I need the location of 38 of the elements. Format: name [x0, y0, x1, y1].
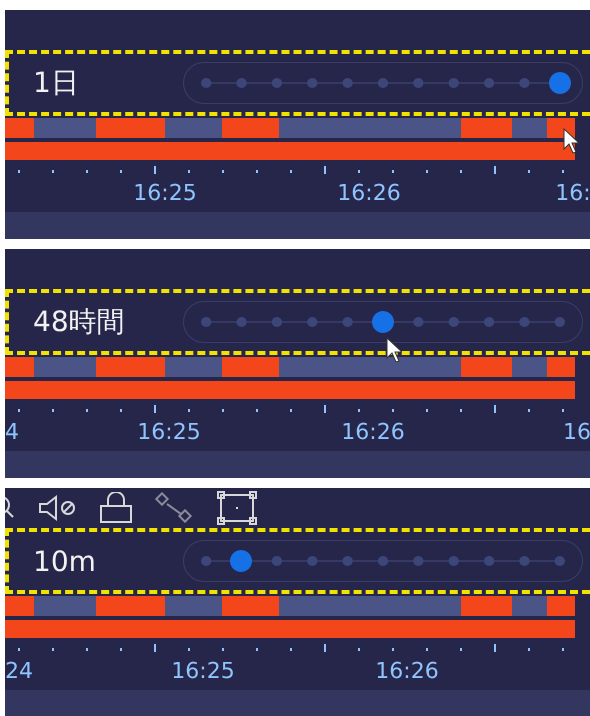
recording-segment [546, 118, 575, 138]
recording-segment [5, 357, 34, 377]
recording-segment [461, 118, 512, 138]
lock-icon[interactable] [99, 492, 133, 524]
recording-segment [546, 596, 575, 616]
time-label: 16:25 [136, 420, 202, 444]
zoom-level-label: 48時間 [33, 304, 126, 340]
zoom-slider[interactable] [183, 540, 583, 582]
diamond-link-icon[interactable] [155, 492, 195, 524]
recording-segment [461, 596, 512, 616]
zoom-slider[interactable] [183, 62, 583, 104]
recording-segment [5, 596, 34, 616]
time-label: 24 [5, 658, 33, 684]
recording-segment [461, 357, 512, 377]
recording-segment [222, 118, 279, 138]
time-label: 16:26 [336, 180, 402, 206]
recording-segment [222, 596, 279, 616]
recording-segment [96, 357, 165, 377]
time-label: 16:25 [132, 180, 198, 206]
recording-segment [96, 596, 165, 616]
time-label: 16:26 [374, 658, 440, 684]
slider-thumb[interactable] [549, 72, 571, 94]
recording-segment [222, 357, 279, 377]
time-label: 16:25 [170, 658, 236, 684]
speaker-muted-icon[interactable] [37, 495, 77, 521]
zoom-level-label: 1日 [33, 65, 80, 101]
recording-segment [96, 118, 165, 138]
recording-segment [5, 118, 34, 138]
time-label: 16:26 [340, 420, 406, 444]
zoom-level-label: 10m [33, 544, 97, 578]
time-label: 16: [554, 180, 590, 206]
time-label: 4 [5, 420, 19, 444]
zoom-slider[interactable] [183, 301, 583, 343]
recording-segment [546, 357, 575, 377]
frame-select-icon[interactable] [217, 491, 257, 525]
slider-thumb[interactable] [372, 311, 394, 333]
slider-thumb[interactable] [230, 550, 252, 572]
time-label: 16 [562, 420, 590, 444]
